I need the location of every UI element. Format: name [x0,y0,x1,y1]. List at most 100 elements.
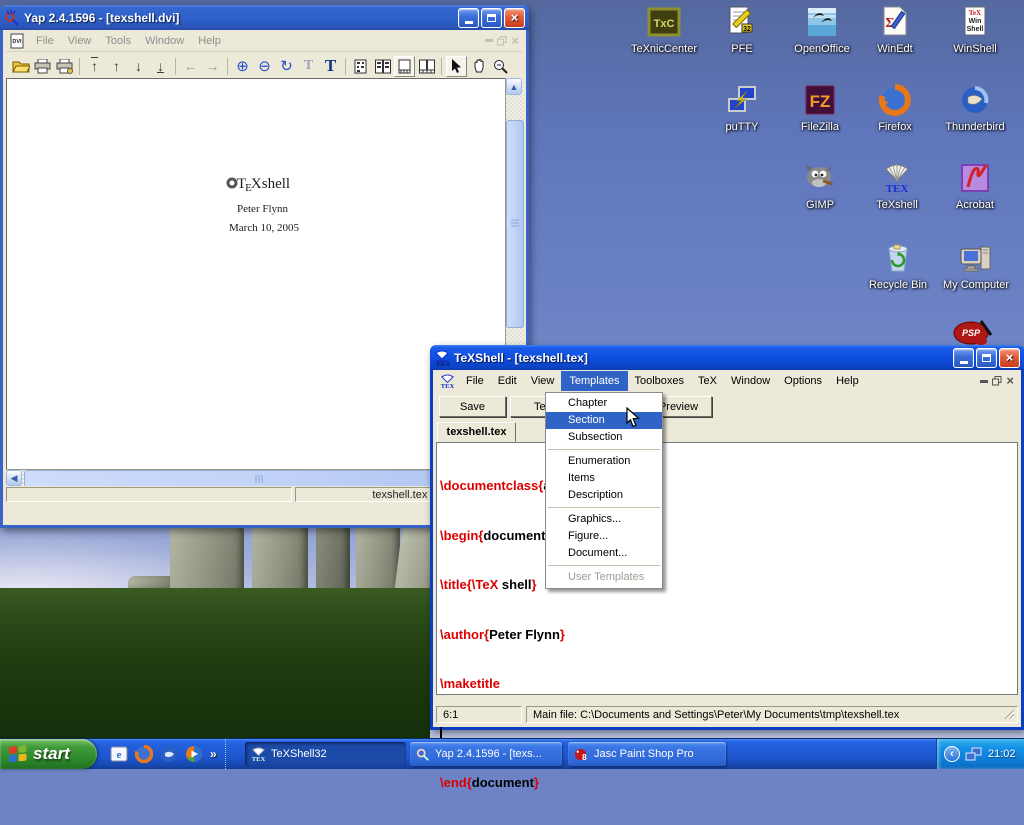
print-icon[interactable] [32,56,53,77]
menu-item-section[interactable]: Section [546,412,662,429]
desktop-icon-putty[interactable]: puTTY [703,83,781,135]
network-status-icon[interactable] [965,747,982,762]
media-player-icon[interactable] [185,745,203,763]
firefox-quicklaunch-icon[interactable] [135,745,153,763]
scroll-up-button[interactable]: ▲ [506,78,522,95]
menu-help[interactable]: Help [829,372,866,390]
mdi-minimize-icon[interactable] [980,380,988,383]
save-button[interactable]: Save [439,396,506,417]
zoom-in-icon[interactable]: ⊕ [232,56,253,77]
tab-texshell-tex[interactable]: texshell.tex [437,422,516,442]
desktop-icon-pfe[interactable]: 32 PFE [703,5,781,57]
menu-item-figure[interactable]: Figure... [546,528,662,545]
start-button[interactable]: start [0,739,97,769]
back-icon[interactable]: ← [180,56,201,77]
menu-file[interactable]: File [459,372,491,390]
hand-pan-icon[interactable] [468,56,489,77]
zoom-out-icon[interactable]: ⊖ [254,56,275,77]
svg-text:Shell: Shell [967,26,984,33]
mdi-close-icon[interactable]: × [1006,374,1014,387]
scroll-left-button[interactable]: ◀ [6,470,22,486]
mdi-restore-icon[interactable] [992,376,1002,386]
menu-item-user-templates[interactable]: User Templates [546,569,662,586]
desktop-icon-gimp[interactable]: GIMP [781,161,859,213]
desktop-icon-label: My Computer [941,279,1011,291]
desktop-icon-filezilla[interactable]: FZ FileZilla [781,83,859,135]
desktop-icon-firefox[interactable]: Firefox [856,83,934,135]
texshell-maximize-button[interactable] [976,348,997,368]
single-page-view-icon[interactable] [350,56,371,77]
yap-titlebar[interactable]: Yap 2.4.1596 - [texshell.dvi] × [0,5,529,30]
open-file-icon[interactable] [10,56,31,77]
vertical-scroll-thumb[interactable] [506,120,524,328]
desktop-icon-my-computer[interactable]: My Computer [937,241,1015,293]
last-page-icon[interactable]: ↓ [150,56,171,77]
page-with-ruler-view-icon[interactable] [394,56,415,77]
yap-menu-tools[interactable]: Tools [98,32,138,50]
texshell-minimize-button[interactable] [953,348,974,368]
menu-item-chapter[interactable]: Chapter [546,395,662,412]
menu-options[interactable]: Options [777,372,829,390]
paint-shop-pro-desktop-icon[interactable]: PSP [951,319,995,345]
menu-templates[interactable]: Templates [561,371,627,391]
menu-view[interactable]: View [524,372,562,390]
menu-item-subsection[interactable]: Subsection [546,429,662,446]
code-editor[interactable]: \documentclass{article} \begin{document}… [436,442,1018,695]
desktop-icon-acrobat[interactable]: Acrobat [936,161,1014,213]
texshell-titlebar[interactable]: TEX TeXShell - [texshell.tex] × [430,345,1024,370]
menu-item-graphics[interactable]: Graphics... [546,511,662,528]
menu-item-enumeration[interactable]: Enumeration [546,453,662,470]
desktop-icon-winshell[interactable]: TeXWinShell WinShell [936,5,1014,57]
menu-item-items[interactable]: Items [546,470,662,487]
yap-menu-window[interactable]: Window [138,32,191,50]
yap-menu-view[interactable]: View [61,32,99,50]
yap-maximize-button[interactable] [481,8,502,28]
quick-launch-overflow-chevron[interactable]: » [210,747,217,761]
thunderbird-icon [958,83,992,117]
desktop-icon-texshell[interactable]: TEX TeXshell [858,161,936,213]
desktop-icon-texniccenter[interactable]: TxC TeXnicCenter [625,5,703,57]
yap-menu-file[interactable]: File [29,32,61,50]
menu-window[interactable]: Window [724,372,777,390]
menu-item-document[interactable]: Document... [546,545,662,562]
desktop-icon-thunderbird[interactable]: Thunderbird [936,83,1014,135]
text-tool-icon[interactable]: T [320,56,341,77]
facing-pages-view-icon[interactable] [372,56,393,77]
desktop-icon-recycle-bin[interactable]: Recycle Bin [859,241,937,293]
menu-toolboxes[interactable]: Toolboxes [628,372,692,390]
texniccenter-icon: TxC [647,5,681,39]
resize-grip[interactable] [1003,708,1014,719]
double-page-ruler-view-icon[interactable] [416,56,437,77]
taskbar-button-texshell32[interactable]: TEX TeXShell32 [245,742,406,766]
magnifier-icon[interactable] [490,56,511,77]
desktop-icon-openoffice[interactable]: OpenOffice [783,5,861,57]
forward-icon[interactable]: → [202,56,223,77]
print-setup-icon[interactable] [54,56,75,77]
taskbar-button-paint-shop-pro[interactable]: 8 Jasc Paint Shop Pro [568,742,726,766]
yap-close-button[interactable]: × [504,8,525,28]
thunderbird-quicklaunch-icon[interactable] [160,745,178,763]
menu-edit[interactable]: Edit [491,372,524,390]
yap-menu-help[interactable]: Help [191,32,228,50]
taskbar-button-yap[interactable]: Yap 2.4.1596 - [texs... [410,742,562,766]
menu-tex[interactable]: TeX [691,372,724,390]
yap-pointer-cursor [226,177,238,189]
select-pointer-icon[interactable] [446,56,467,77]
texshell-close-button[interactable]: × [999,348,1020,368]
menu-item-description[interactable]: Description [546,487,662,504]
yap-minimize-button[interactable] [458,8,479,28]
maximize-icon [982,354,991,362]
desktop-icon-winedt[interactable]: Σ WinEdt [856,5,934,57]
clock: 21:02 [988,748,1016,760]
tray-collapse-chevron-icon[interactable]: ‹ [944,746,960,762]
next-page-icon[interactable]: ↓ [128,56,149,77]
maximize-icon [487,14,496,22]
dvi-document-icon: DVI [10,33,25,49]
internet-explorer-icon[interactable]: e [110,745,128,763]
refresh-icon[interactable]: ↻ [276,56,297,77]
first-page-icon[interactable]: ↑ [84,56,105,77]
previous-page-icon[interactable]: ↑ [106,56,127,77]
ruler-text-icon[interactable]: T [298,56,319,77]
desktop-icon-label: Acrobat [954,199,996,211]
code-line: \begin{document} [440,528,1017,545]
